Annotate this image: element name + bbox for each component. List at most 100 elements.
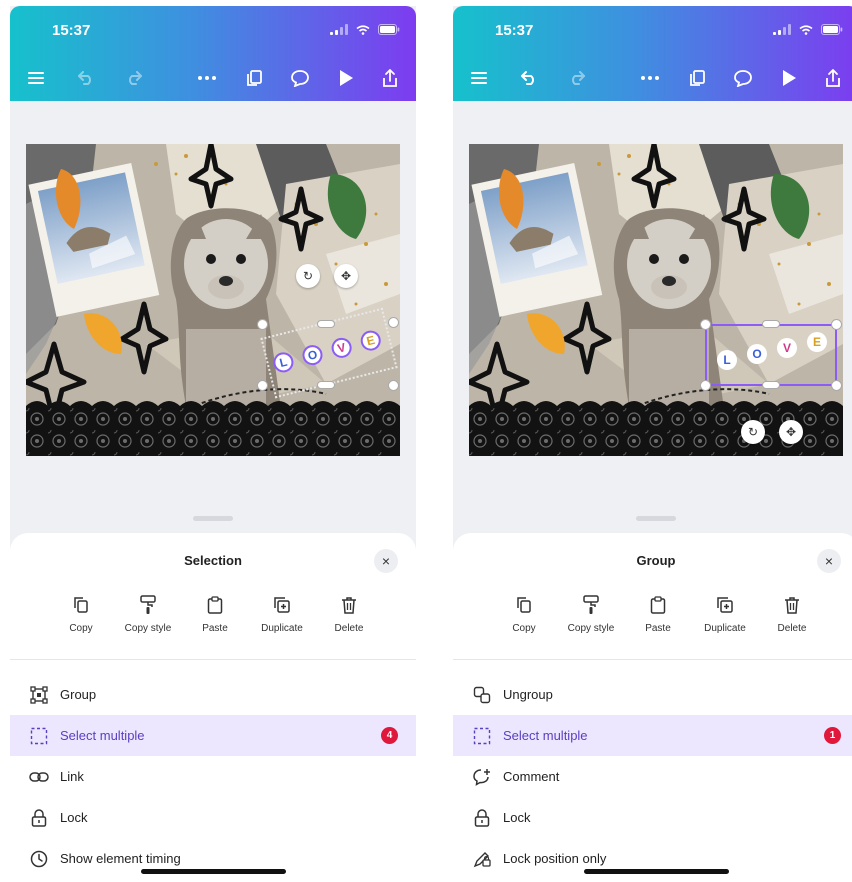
- status-icons: [330, 24, 400, 35]
- menu-item-select-multiple[interactable]: Select multiple 4: [10, 715, 416, 756]
- play-icon[interactable]: [332, 64, 360, 92]
- move-icon[interactable]: ✥: [779, 420, 803, 444]
- resize-handle[interactable]: [831, 319, 842, 330]
- app-header: 15:37: [10, 6, 416, 101]
- phone-screen-selection: 15:37 L O V E ↻ ✥ Selection × Copy Copy …: [10, 6, 416, 882]
- lock-icon: [28, 807, 50, 829]
- redo-icon[interactable]: [563, 64, 591, 92]
- copy-style-button[interactable]: Copy style: [117, 595, 179, 634]
- paste-button[interactable]: Paste: [184, 595, 246, 634]
- sheet-drag-handle[interactable]: [193, 516, 233, 521]
- redo-icon[interactable]: [120, 64, 148, 92]
- undo-icon[interactable]: [515, 64, 543, 92]
- close-icon[interactable]: ×: [374, 549, 398, 573]
- resize-handle[interactable]: [762, 381, 780, 389]
- home-indicator: [584, 869, 729, 874]
- menu-item-comment[interactable]: Comment: [453, 756, 852, 797]
- duplicate-label: Duplicate: [261, 623, 303, 634]
- love-letter: L: [271, 350, 296, 375]
- design-canvas-area: L O V E ↻ ✥: [453, 101, 852, 526]
- paste-label: Paste: [645, 623, 671, 634]
- resize-handle[interactable]: [762, 320, 780, 328]
- trash-icon: [339, 595, 359, 615]
- sheet-drag-handle[interactable]: [636, 516, 676, 521]
- wifi-icon: [356, 24, 370, 35]
- menu-label: Ungroup: [503, 687, 553, 702]
- menu-item-link[interactable]: Link: [10, 756, 416, 797]
- move-icon[interactable]: ✥: [334, 264, 358, 288]
- sheet-title: Group: [636, 553, 676, 568]
- comment-icon[interactable]: [286, 64, 314, 92]
- pages-icon[interactable]: [683, 64, 711, 92]
- paste-button[interactable]: Paste: [627, 595, 689, 634]
- paint-roller-icon: [581, 595, 601, 615]
- sheet-title: Selection: [184, 553, 242, 568]
- rotate-icon[interactable]: ↻: [296, 264, 320, 288]
- duplicate-button[interactable]: Duplicate: [694, 595, 756, 634]
- undo-icon[interactable]: [72, 64, 100, 92]
- resize-handle[interactable]: [257, 380, 268, 391]
- collage-artwork: [469, 144, 843, 456]
- clipboard-icon: [648, 595, 668, 615]
- delete-button[interactable]: Delete: [761, 595, 823, 634]
- share-icon[interactable]: [819, 64, 847, 92]
- copy-style-label: Copy style: [124, 623, 172, 634]
- menu-item-lock[interactable]: Lock: [10, 797, 416, 838]
- love-letter: O: [300, 342, 325, 368]
- more-options-icon[interactable]: [636, 64, 664, 92]
- duplicate-icon: [272, 595, 292, 615]
- dashed-square-icon: [471, 725, 493, 747]
- copy-button[interactable]: Copy: [50, 595, 112, 634]
- clock-icon: [28, 848, 50, 870]
- menu-label: Lock: [60, 810, 88, 825]
- menu-label: Lock position only: [503, 851, 607, 866]
- copy-style-button[interactable]: Copy style: [560, 595, 622, 634]
- trash-icon: [782, 595, 802, 615]
- resize-handle[interactable]: [317, 320, 335, 328]
- resize-handle[interactable]: [700, 380, 711, 391]
- copy-label: Copy: [512, 623, 536, 634]
- rotate-icon[interactable]: ↻: [741, 420, 765, 444]
- design-page[interactable]: L O V E ↻ ✥: [469, 144, 843, 456]
- resize-handle[interactable]: [388, 317, 399, 328]
- phone-screen-group: 15:37 L O V E ↻ ✥ Group × Copy Copy styl…: [453, 6, 852, 882]
- menu-label: Select multiple: [60, 728, 145, 743]
- duplicate-button[interactable]: Duplicate: [251, 595, 313, 634]
- resize-handle[interactable]: [388, 380, 399, 391]
- design-page[interactable]: L O V E ↻ ✥: [26, 144, 400, 456]
- love-letter: O: [747, 344, 767, 364]
- status-time: 15:37: [495, 22, 534, 39]
- menu-item-select-multiple[interactable]: Select multiple 1: [453, 715, 852, 756]
- divider: [10, 659, 416, 660]
- dashed-square-icon: [28, 725, 50, 747]
- share-icon[interactable]: [376, 64, 404, 92]
- play-icon[interactable]: [775, 64, 803, 92]
- love-letter: E: [358, 328, 383, 353]
- comment-icon[interactable]: [729, 64, 757, 92]
- copy-button[interactable]: Copy: [493, 595, 555, 634]
- menu-item-ungroup[interactable]: Ungroup: [453, 674, 852, 715]
- menu-label: Show element timing: [60, 851, 181, 866]
- menu-icon[interactable]: [22, 64, 50, 92]
- close-icon[interactable]: ×: [817, 549, 841, 573]
- editor-toolbar: [453, 64, 852, 96]
- status-icons: [773, 24, 843, 35]
- more-options-icon[interactable]: [193, 64, 221, 92]
- editor-toolbar: [10, 64, 416, 96]
- love-sticker[interactable]: L O V E: [709, 332, 835, 374]
- duplicate-icon: [715, 595, 735, 615]
- lock-position-icon: [471, 848, 493, 870]
- resize-handle[interactable]: [317, 381, 335, 389]
- resize-handle[interactable]: [700, 319, 711, 330]
- menu-item-group[interactable]: Group: [10, 674, 416, 715]
- pages-icon[interactable]: [240, 64, 268, 92]
- resize-handle[interactable]: [257, 319, 268, 330]
- menu-item-lock[interactable]: Lock: [453, 797, 852, 838]
- ungroup-icon: [471, 684, 493, 706]
- wifi-icon: [799, 24, 813, 35]
- menu-icon[interactable]: [465, 64, 493, 92]
- resize-handle[interactable]: [831, 380, 842, 391]
- copy-icon: [71, 595, 91, 615]
- delete-button[interactable]: Delete: [318, 595, 380, 634]
- duplicate-label: Duplicate: [704, 623, 746, 634]
